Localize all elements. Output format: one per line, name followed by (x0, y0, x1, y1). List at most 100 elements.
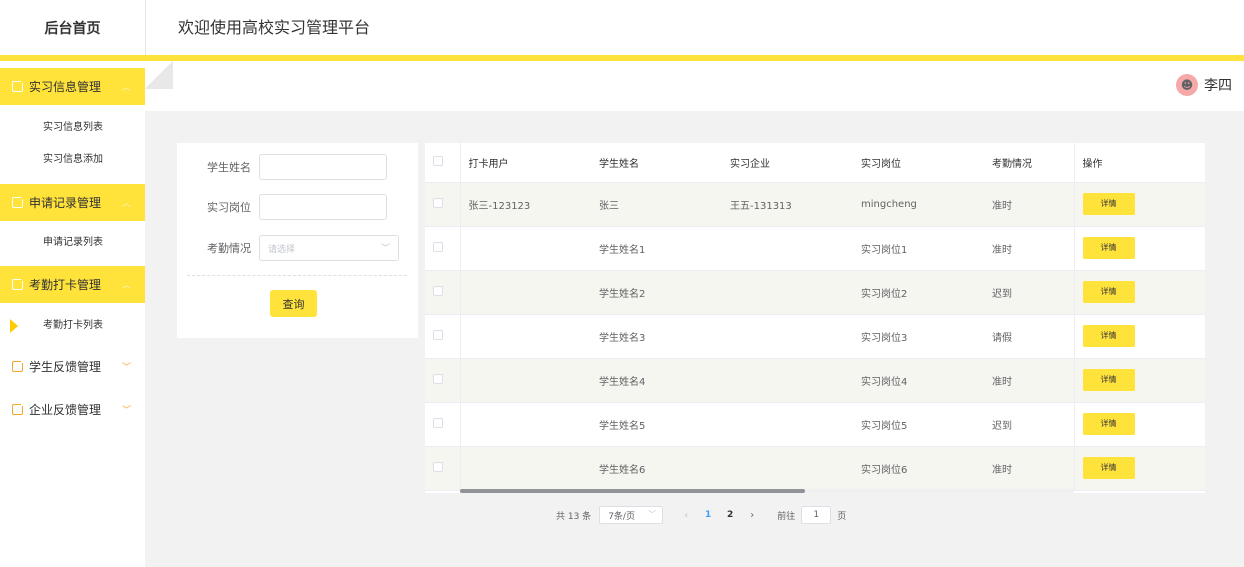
sidebar-group-label: 企业反馈管理 (29, 403, 102, 417)
select-all-checkbox[interactable] (433, 155, 443, 166)
table-cell: 张三 (591, 182, 722, 227)
page-number[interactable]: 2 (719, 510, 741, 520)
goto-page-input[interactable] (801, 506, 832, 524)
user-menu[interactable]: ☻ 李四 (1176, 74, 1232, 96)
row-checkbox[interactable] (433, 373, 443, 384)
table-cell: 迟到 (984, 402, 1074, 447)
divider (187, 275, 407, 276)
position-input[interactable] (259, 194, 387, 220)
sidebar-group-internship-info[interactable]: 实习信息管理 ︿ (0, 68, 145, 105)
sidebar-item-application-list[interactable]: 申请记录列表 (0, 227, 145, 259)
action-cell: 详情 (1073, 226, 1205, 271)
sidebar-group-label: 考勤打卡管理 (29, 278, 102, 292)
query-button[interactable]: 查询 (270, 290, 317, 317)
table-cell: 实习岗位6 (853, 446, 984, 491)
table-cell (722, 402, 853, 447)
page-number[interactable]: 1 (697, 510, 719, 520)
table-cell: 实习岗位3 (853, 314, 984, 359)
attendance-select[interactable]: 请选择 ﹀ (259, 235, 399, 261)
detail-button[interactable]: 详情 (1082, 369, 1135, 391)
table-cell (460, 446, 591, 491)
prev-page-icon[interactable]: ‹ (675, 510, 697, 521)
sidebar-group-student-feedback[interactable]: 学生反馈管理 ﹀ (0, 348, 145, 385)
row-checkbox[interactable] (433, 461, 443, 472)
table-row: 张三-123123 张三 王五-131313 mingcheng 准时 详情 (425, 182, 1205, 227)
column-header[interactable]: 打卡用户 (460, 143, 591, 183)
table-cell (460, 402, 591, 447)
detail-button[interactable]: 详情 (1082, 281, 1135, 303)
chevron-down-icon: ﹀ (380, 244, 390, 254)
sidebar-group-label: 学生反馈管理 (29, 360, 102, 374)
action-cell: 详情 (1073, 314, 1205, 359)
sidebar-item-attendance-list[interactable]: 考勤打卡列表 (0, 310, 145, 342)
sidebar-item-internship-list[interactable]: 实习信息列表 (0, 112, 145, 144)
position-row: 实习岗位 (177, 194, 418, 220)
table-cell (460, 314, 591, 359)
table-cell (722, 446, 853, 491)
edit-icon (12, 359, 25, 372)
home-logo[interactable]: 后台首页 (0, 0, 145, 56)
table-cell: 实习岗位5 (853, 402, 984, 447)
total-count: 共 13 条 (556, 511, 592, 522)
pagination: 共 13 条 7条/页 ﹀ ‹ 1 2 › 前往 页 (556, 505, 846, 525)
horizontal-scrollbar-thumb[interactable] (460, 489, 805, 493)
student-name-input[interactable] (259, 154, 387, 180)
student-name-row: 学生姓名 (177, 154, 418, 180)
row-select-cell (425, 270, 461, 315)
column-header[interactable]: 考勤情况 (984, 143, 1074, 183)
column-header[interactable]: 学生姓名 (591, 143, 722, 183)
table-cell: 迟到 (984, 270, 1074, 315)
sidebar-item-label: 考勤打卡列表 (43, 320, 103, 331)
position-label: 实习岗位 (207, 201, 251, 214)
table-cell (460, 270, 591, 315)
column-header[interactable]: 实习企业 (722, 143, 853, 183)
row-checkbox[interactable] (433, 329, 443, 340)
avatar-icon: ☻ (1176, 74, 1198, 96)
sidebar-group-label: 申请记录管理 (29, 196, 102, 210)
sidebar-group-attendance[interactable]: 考勤打卡管理 ︿ (0, 266, 145, 303)
table-row: 学生姓名1 实习岗位1 准时 详情 (425, 226, 1205, 271)
table-cell (722, 226, 853, 271)
row-select-cell (425, 314, 461, 359)
detail-button[interactable]: 详情 (1082, 457, 1135, 479)
row-checkbox[interactable] (433, 285, 443, 296)
row-checkbox[interactable] (433, 197, 443, 208)
row-checkbox[interactable] (433, 417, 443, 428)
table-row: 学生姓名2 实习岗位2 迟到 详情 (425, 270, 1205, 315)
action-cell: 详情 (1073, 446, 1205, 491)
table-cell (722, 314, 853, 359)
page-suffix: 页 (837, 511, 847, 522)
sidebar-group-application[interactable]: 申请记录管理 ︿ (0, 184, 145, 221)
page-size-select[interactable]: 7条/页 ﹀ (599, 506, 664, 524)
table-cell: 准时 (984, 358, 1074, 403)
chevron-up-icon: ︿ (122, 83, 132, 93)
table-cell: 准时 (984, 182, 1074, 227)
table-row: 学生姓名6 实习岗位6 准时 详情 (425, 446, 1205, 491)
student-name-label: 学生姓名 (207, 161, 251, 174)
sidebar-item-internship-add[interactable]: 实习信息添加 (0, 144, 145, 176)
detail-button[interactable]: 详情 (1082, 325, 1135, 347)
table-cell (460, 358, 591, 403)
table-row: 学生姓名3 实习岗位3 请假 详情 (425, 314, 1205, 359)
next-page-icon[interactable]: › (741, 510, 763, 521)
detail-button[interactable]: 详情 (1082, 413, 1135, 435)
sidebar-group-company-feedback[interactable]: 企业反馈管理 ﹀ (0, 391, 145, 428)
action-cell: 详情 (1073, 402, 1205, 447)
collapse-toggle[interactable] (145, 61, 173, 89)
select-all-cell (425, 143, 461, 183)
page-size-value: 7条/页 (608, 511, 635, 522)
edit-icon (12, 195, 25, 208)
table-cell: 张三-123123 (460, 182, 591, 227)
detail-button[interactable]: 详情 (1082, 237, 1135, 259)
table-cell: 实习岗位1 (853, 226, 984, 271)
table-cell (722, 270, 853, 315)
table-cell: mingcheng (853, 182, 984, 227)
row-checkbox[interactable] (433, 241, 443, 252)
chevron-down-icon: ﹀ (122, 363, 132, 373)
chevron-up-icon: ︿ (122, 281, 132, 291)
row-select-cell (425, 182, 461, 227)
column-header[interactable]: 实习岗位 (853, 143, 984, 183)
current-indicator-icon (10, 319, 18, 333)
detail-button[interactable]: 详情 (1082, 193, 1135, 215)
table-cell: 学生姓名4 (591, 358, 722, 403)
